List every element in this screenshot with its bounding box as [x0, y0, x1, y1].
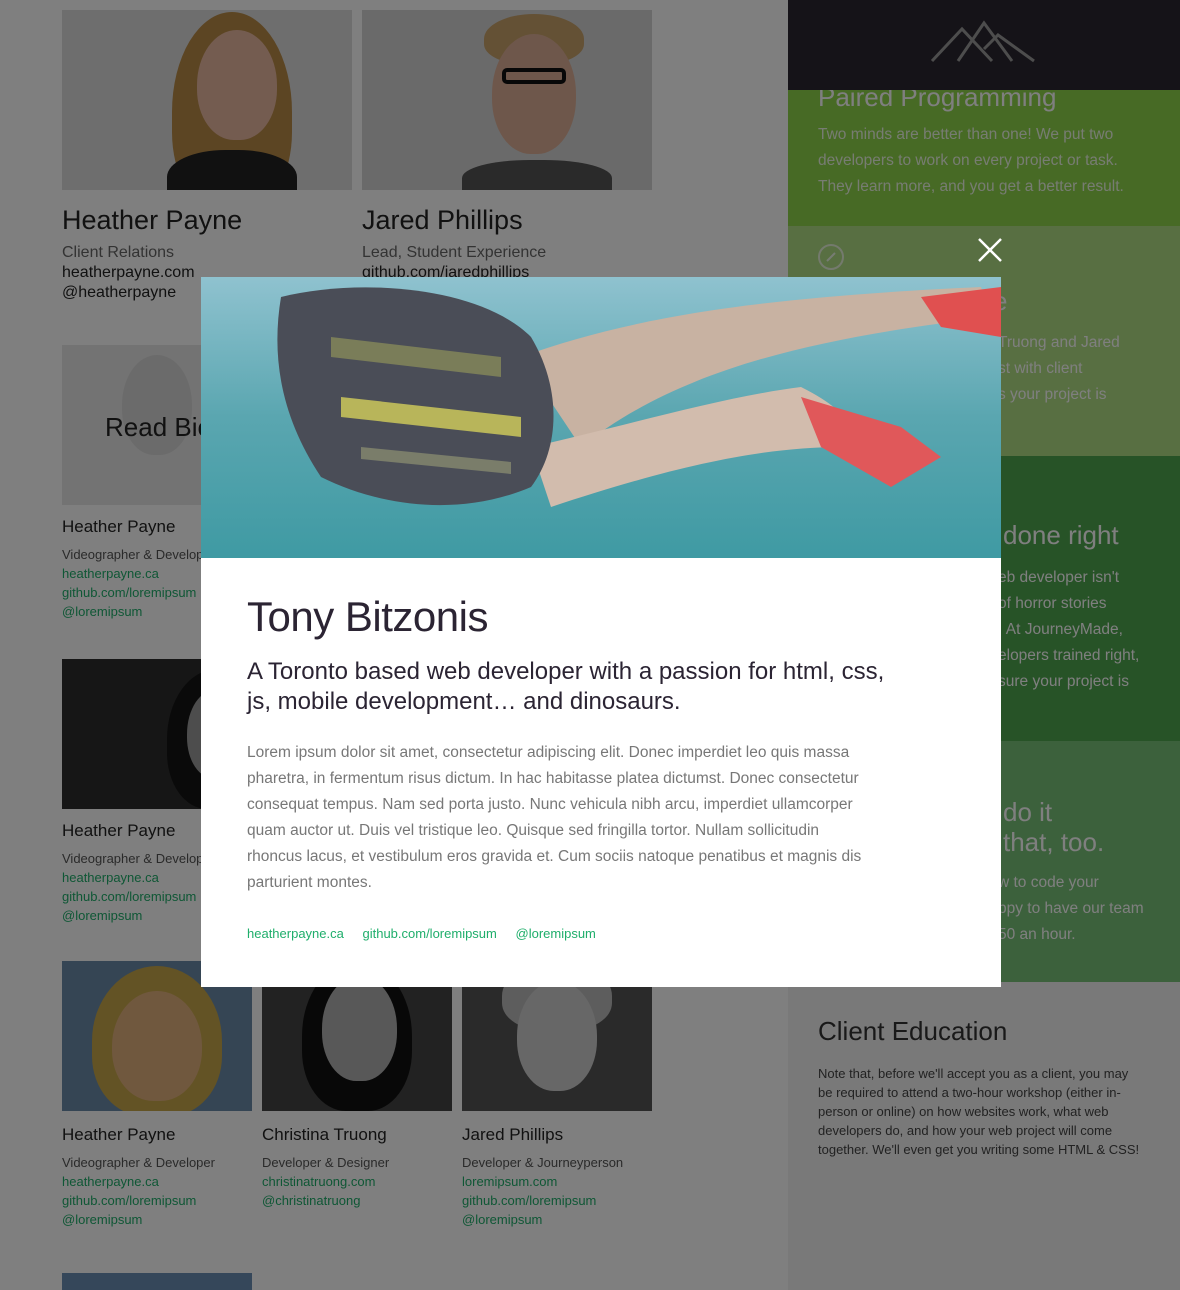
modal-link-twitter[interactable]: @loremipsum: [516, 926, 596, 941]
bio-modal: Tony Bitzonis A Toronto based web develo…: [201, 277, 1001, 987]
modal-tagline: A Toronto based web developer with a pas…: [247, 658, 885, 715]
modal-link-website[interactable]: heatherpayne.ca: [247, 926, 344, 941]
modal-link-github[interactable]: github.com/loremipsum: [362, 926, 496, 941]
modal-title: Tony Bitzonis: [247, 593, 488, 640]
modal-hero-photo: [201, 277, 1001, 558]
modal-bio: Lorem ipsum dolor sit amet, consectetur …: [247, 744, 862, 891]
modal-links: heatherpayne.ca github.com/loremipsum @l…: [247, 926, 611, 941]
close-icon[interactable]: [972, 232, 1008, 268]
